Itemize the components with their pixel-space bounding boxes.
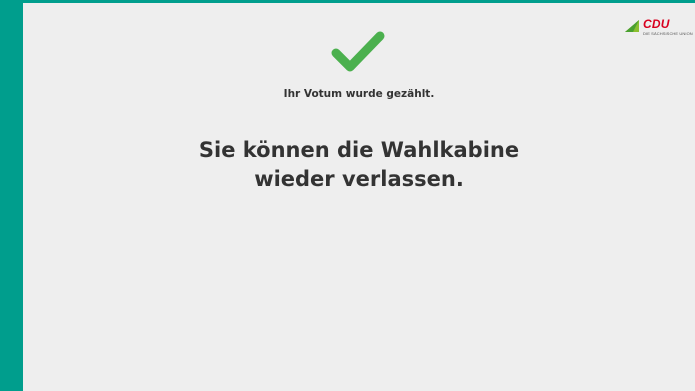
vote-counted-text: Ihr Votum wurde gezählt. <box>283 88 435 100</box>
voting-screen: CDU DIE SÄCHSISCHE UNION Ihr Votum wurde… <box>23 3 695 391</box>
logo-text: CDU <box>643 17 670 31</box>
leave-booth-message: Sie können die Wahlkabine wieder verlass… <box>23 136 695 194</box>
cdu-logo-mark-icon <box>625 20 639 32</box>
logo-subtitle: DIE SÄCHSISCHE UNION <box>643 31 693 36</box>
cdu-logo: CDU DIE SÄCHSISCHE UNION <box>625 17 693 38</box>
checkmark-icon <box>331 31 385 72</box>
message-line-2: wieder verlassen. <box>254 167 464 191</box>
message-line-1: Sie können die Wahlkabine <box>198 138 520 162</box>
